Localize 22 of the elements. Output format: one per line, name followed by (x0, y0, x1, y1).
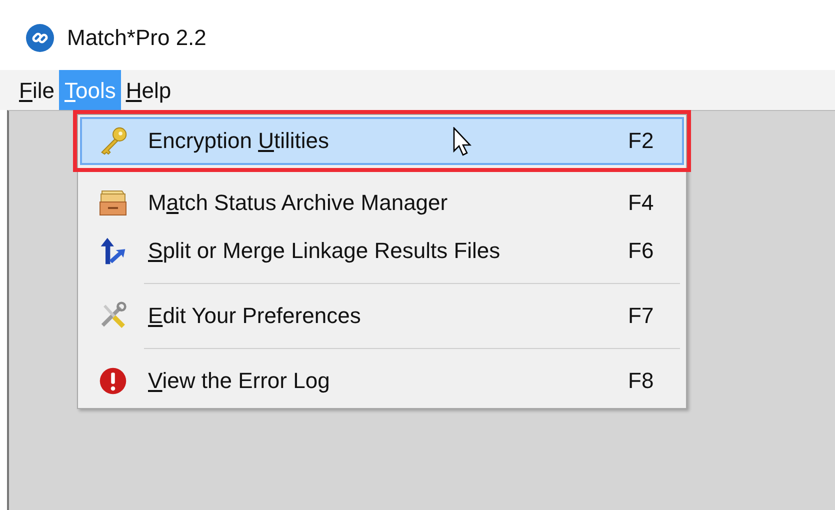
menu-item[interactable]: Edit Your Preferences F7 (80, 292, 684, 340)
menu-item-label: Encryption Utilities (147, 128, 329, 154)
menu-bar-item[interactable]: File (14, 70, 60, 110)
shortcut-label: F2 (628, 128, 655, 154)
key-icon (98, 126, 128, 156)
menu-item-label: Edit Your Preferences (147, 303, 361, 329)
menu-item-label: View the Error Log (147, 368, 330, 394)
window-title: Match*Pro 2.2 (67, 25, 206, 51)
shortcut-label: F6 (628, 238, 655, 264)
split-arrow-icon (98, 236, 128, 266)
menu-item[interactable]: Match Status Archive Manager F4 (80, 179, 684, 227)
menu-bar-item[interactable]: Help (120, 70, 176, 110)
app-logo-icon (25, 23, 55, 53)
menu-item[interactable]: Split or Merge Linkage Results Files F6 (80, 227, 684, 275)
menu-item[interactable]: View the Error Log F8 (80, 357, 684, 405)
shortcut-label: F4 (628, 190, 655, 216)
menu-item-label: Split or Merge Linkage Results Files (147, 238, 500, 264)
mouse-pointer-icon (452, 127, 472, 157)
shortcut-label: F8 (628, 368, 655, 394)
shortcut-label: F7 (628, 303, 655, 329)
error-icon (98, 366, 128, 396)
menu-item-label: Match Status Archive Manager (147, 190, 448, 216)
